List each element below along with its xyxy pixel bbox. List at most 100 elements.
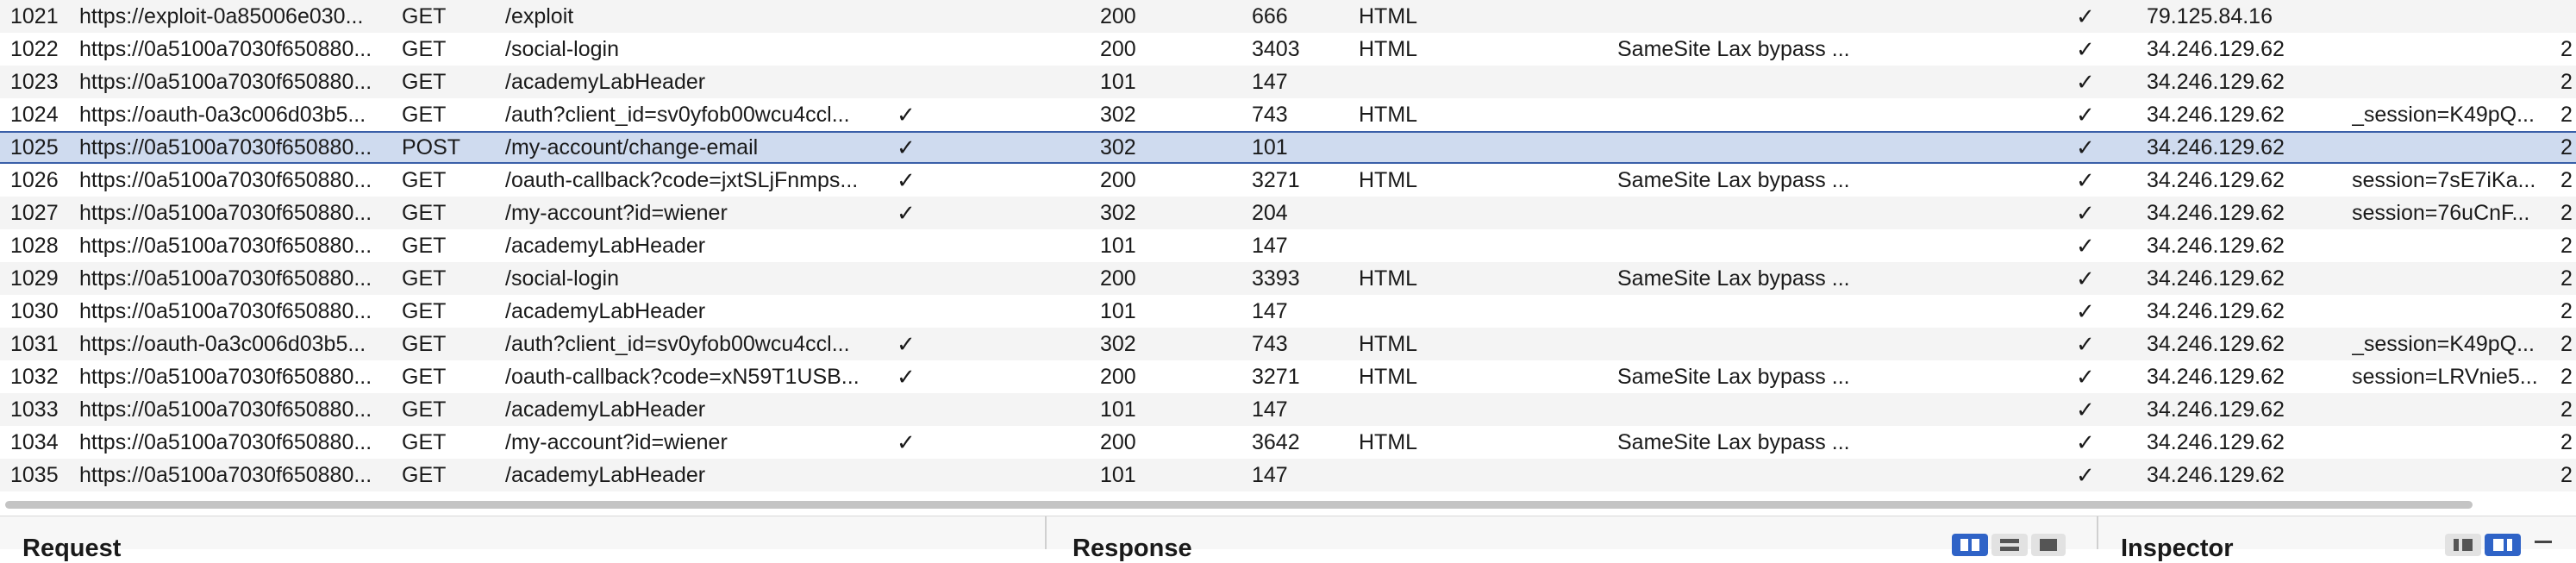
row-status: 302 xyxy=(1100,201,1136,225)
row-host: https://0a5100a7030f650880... xyxy=(79,234,372,258)
row-tls-check-icon: ✓ xyxy=(2076,167,2095,193)
table-row[interactable]: 1022 https://0a5100a7030f650880... GET /… xyxy=(0,33,2576,66)
table-row[interactable]: 1032 https://0a5100a7030f650880... GET /… xyxy=(0,360,2576,393)
row-ip: 34.246.129.62 xyxy=(2147,168,2285,192)
row-number: 1022 xyxy=(10,37,59,61)
collapse-panel-button[interactable] xyxy=(2531,534,2557,556)
layout-right-icon xyxy=(2493,539,2512,551)
table-row[interactable]: 1029 https://0a5100a7030f650880... GET /… xyxy=(0,262,2576,295)
row-status: 302 xyxy=(1100,103,1136,127)
table-row[interactable]: 1035 https://0a5100a7030f650880... GET /… xyxy=(0,459,2576,491)
table-row[interactable]: 1030 https://0a5100a7030f650880... GET /… xyxy=(0,295,2576,328)
row-url: /social-login xyxy=(505,266,620,291)
row-status: 101 xyxy=(1100,463,1136,487)
row-number: 1033 xyxy=(10,397,59,422)
row-length: 147 xyxy=(1252,234,1288,258)
panel-divider[interactable] xyxy=(1045,516,1047,549)
table-row[interactable]: 1031 https://oauth-0a3c006d03b5... GET /… xyxy=(0,328,2576,360)
row-url: /academyLabHeader xyxy=(505,463,706,487)
row-length: 666 xyxy=(1252,4,1288,28)
table-row[interactable]: 1024 https://oauth-0a3c006d03b5... GET /… xyxy=(0,98,2576,131)
row-title: SameSite Lax bypass ... xyxy=(1617,365,1850,389)
row-status: 200 xyxy=(1100,430,1136,454)
row-length: 3403 xyxy=(1252,37,1300,61)
row-method: GET xyxy=(402,37,447,61)
row-cookies: session=76uCnF... xyxy=(2352,201,2530,225)
row-length: 743 xyxy=(1252,103,1288,127)
row-params-check-icon: ✓ xyxy=(897,200,916,226)
row-host: https://exploit-0a85006e030... xyxy=(79,4,364,28)
row-truncated-cell: 2 xyxy=(2560,37,2573,61)
row-tls-check-icon: ✓ xyxy=(2076,266,2095,291)
row-mime: HTML xyxy=(1359,37,1418,61)
table-row[interactable]: 1033 https://0a5100a7030f650880... GET /… xyxy=(0,393,2576,426)
row-ip: 34.246.129.62 xyxy=(2147,234,2285,258)
table-row[interactable]: 1028 https://0a5100a7030f650880... GET /… xyxy=(0,229,2576,262)
row-length: 147 xyxy=(1252,299,1288,323)
horizontal-scrollbar[interactable] xyxy=(0,498,2576,510)
row-ip: 34.246.129.62 xyxy=(2147,201,2285,225)
row-params-check-icon: ✓ xyxy=(897,102,916,128)
split-rows-icon xyxy=(2000,539,2019,551)
row-truncated-cell: 2 xyxy=(2560,234,2573,258)
row-length: 204 xyxy=(1252,201,1288,225)
split-view-button[interactable] xyxy=(1952,534,1988,556)
row-method: GET xyxy=(402,70,447,94)
row-status: 101 xyxy=(1100,397,1136,422)
table-row-selected[interactable]: 1025 https://0a5100a7030f650880... POST … xyxy=(0,131,2576,164)
row-host: https://0a5100a7030f650880... xyxy=(79,70,372,94)
row-truncated-cell: 2 xyxy=(2560,365,2573,389)
table-row[interactable]: 1034 https://0a5100a7030f650880... GET /… xyxy=(0,426,2576,459)
row-method: GET xyxy=(402,266,447,291)
row-url: /auth?client_id=sv0yfob00wcu4ccl... xyxy=(505,332,850,356)
row-host: https://0a5100a7030f650880... xyxy=(79,168,372,192)
row-truncated-cell: 2 xyxy=(2560,70,2573,94)
table-row[interactable]: 1027 https://0a5100a7030f650880... GET /… xyxy=(0,197,2576,229)
row-truncated-cell: 2 xyxy=(2560,332,2573,356)
row-params-check-icon: ✓ xyxy=(897,429,916,455)
inspector-layout-left-button[interactable] xyxy=(2445,534,2481,556)
panel-divider[interactable] xyxy=(2097,516,2098,549)
row-status: 302 xyxy=(1100,135,1136,160)
http-history-table: 1021 https://exploit-0a85006e030... GET … xyxy=(0,0,2576,496)
stacked-view-button[interactable] xyxy=(1991,534,2028,556)
row-length: 101 xyxy=(1252,135,1288,160)
row-status: 200 xyxy=(1100,4,1136,28)
row-tls-check-icon: ✓ xyxy=(2076,462,2095,488)
row-mime: HTML xyxy=(1359,365,1418,389)
row-params-check-icon: ✓ xyxy=(897,331,916,357)
row-mime: HTML xyxy=(1359,103,1418,127)
row-status: 302 xyxy=(1100,332,1136,356)
single-view-button[interactable] xyxy=(2031,534,2066,556)
row-url: /exploit xyxy=(505,4,574,28)
table-row[interactable]: 1023 https://0a5100a7030f650880... GET /… xyxy=(0,66,2576,98)
row-truncated-cell: 2 xyxy=(2560,299,2573,323)
row-host: https://0a5100a7030f650880... xyxy=(79,37,372,61)
table-row[interactable]: 1026 https://0a5100a7030f650880... GET /… xyxy=(0,164,2576,197)
row-status: 200 xyxy=(1100,266,1136,291)
row-url: /social-login xyxy=(505,37,620,61)
row-url: /my-account?id=wiener xyxy=(505,201,728,225)
row-method: GET xyxy=(402,4,447,28)
split-columns-icon xyxy=(1960,539,1979,551)
row-ip: 34.246.129.62 xyxy=(2147,103,2285,127)
single-pane-icon xyxy=(2040,539,2059,551)
scrollbar-thumb[interactable] xyxy=(5,501,2473,509)
inspector-layout-right-button[interactable] xyxy=(2485,534,2521,556)
row-status: 101 xyxy=(1100,70,1136,94)
row-ip: 34.246.129.62 xyxy=(2147,266,2285,291)
row-number: 1027 xyxy=(10,201,59,225)
row-ip: 34.246.129.62 xyxy=(2147,463,2285,487)
table-row[interactable]: 1021 https://exploit-0a85006e030... GET … xyxy=(0,0,2576,33)
bottom-panels: Request Response Inspector xyxy=(0,516,2576,562)
row-host: https://0a5100a7030f650880... xyxy=(79,266,372,291)
row-method: GET xyxy=(402,430,447,454)
row-status: 101 xyxy=(1100,234,1136,258)
row-title: SameSite Lax bypass ... xyxy=(1617,168,1850,192)
row-method: GET xyxy=(402,332,447,356)
row-url: /auth?client_id=sv0yfob00wcu4ccl... xyxy=(505,103,850,127)
row-mime: HTML xyxy=(1359,430,1418,454)
row-ip: 34.246.129.62 xyxy=(2147,397,2285,422)
row-cookies: session=7sE7iKa... xyxy=(2352,168,2536,192)
row-ip: 34.246.129.62 xyxy=(2147,70,2285,94)
